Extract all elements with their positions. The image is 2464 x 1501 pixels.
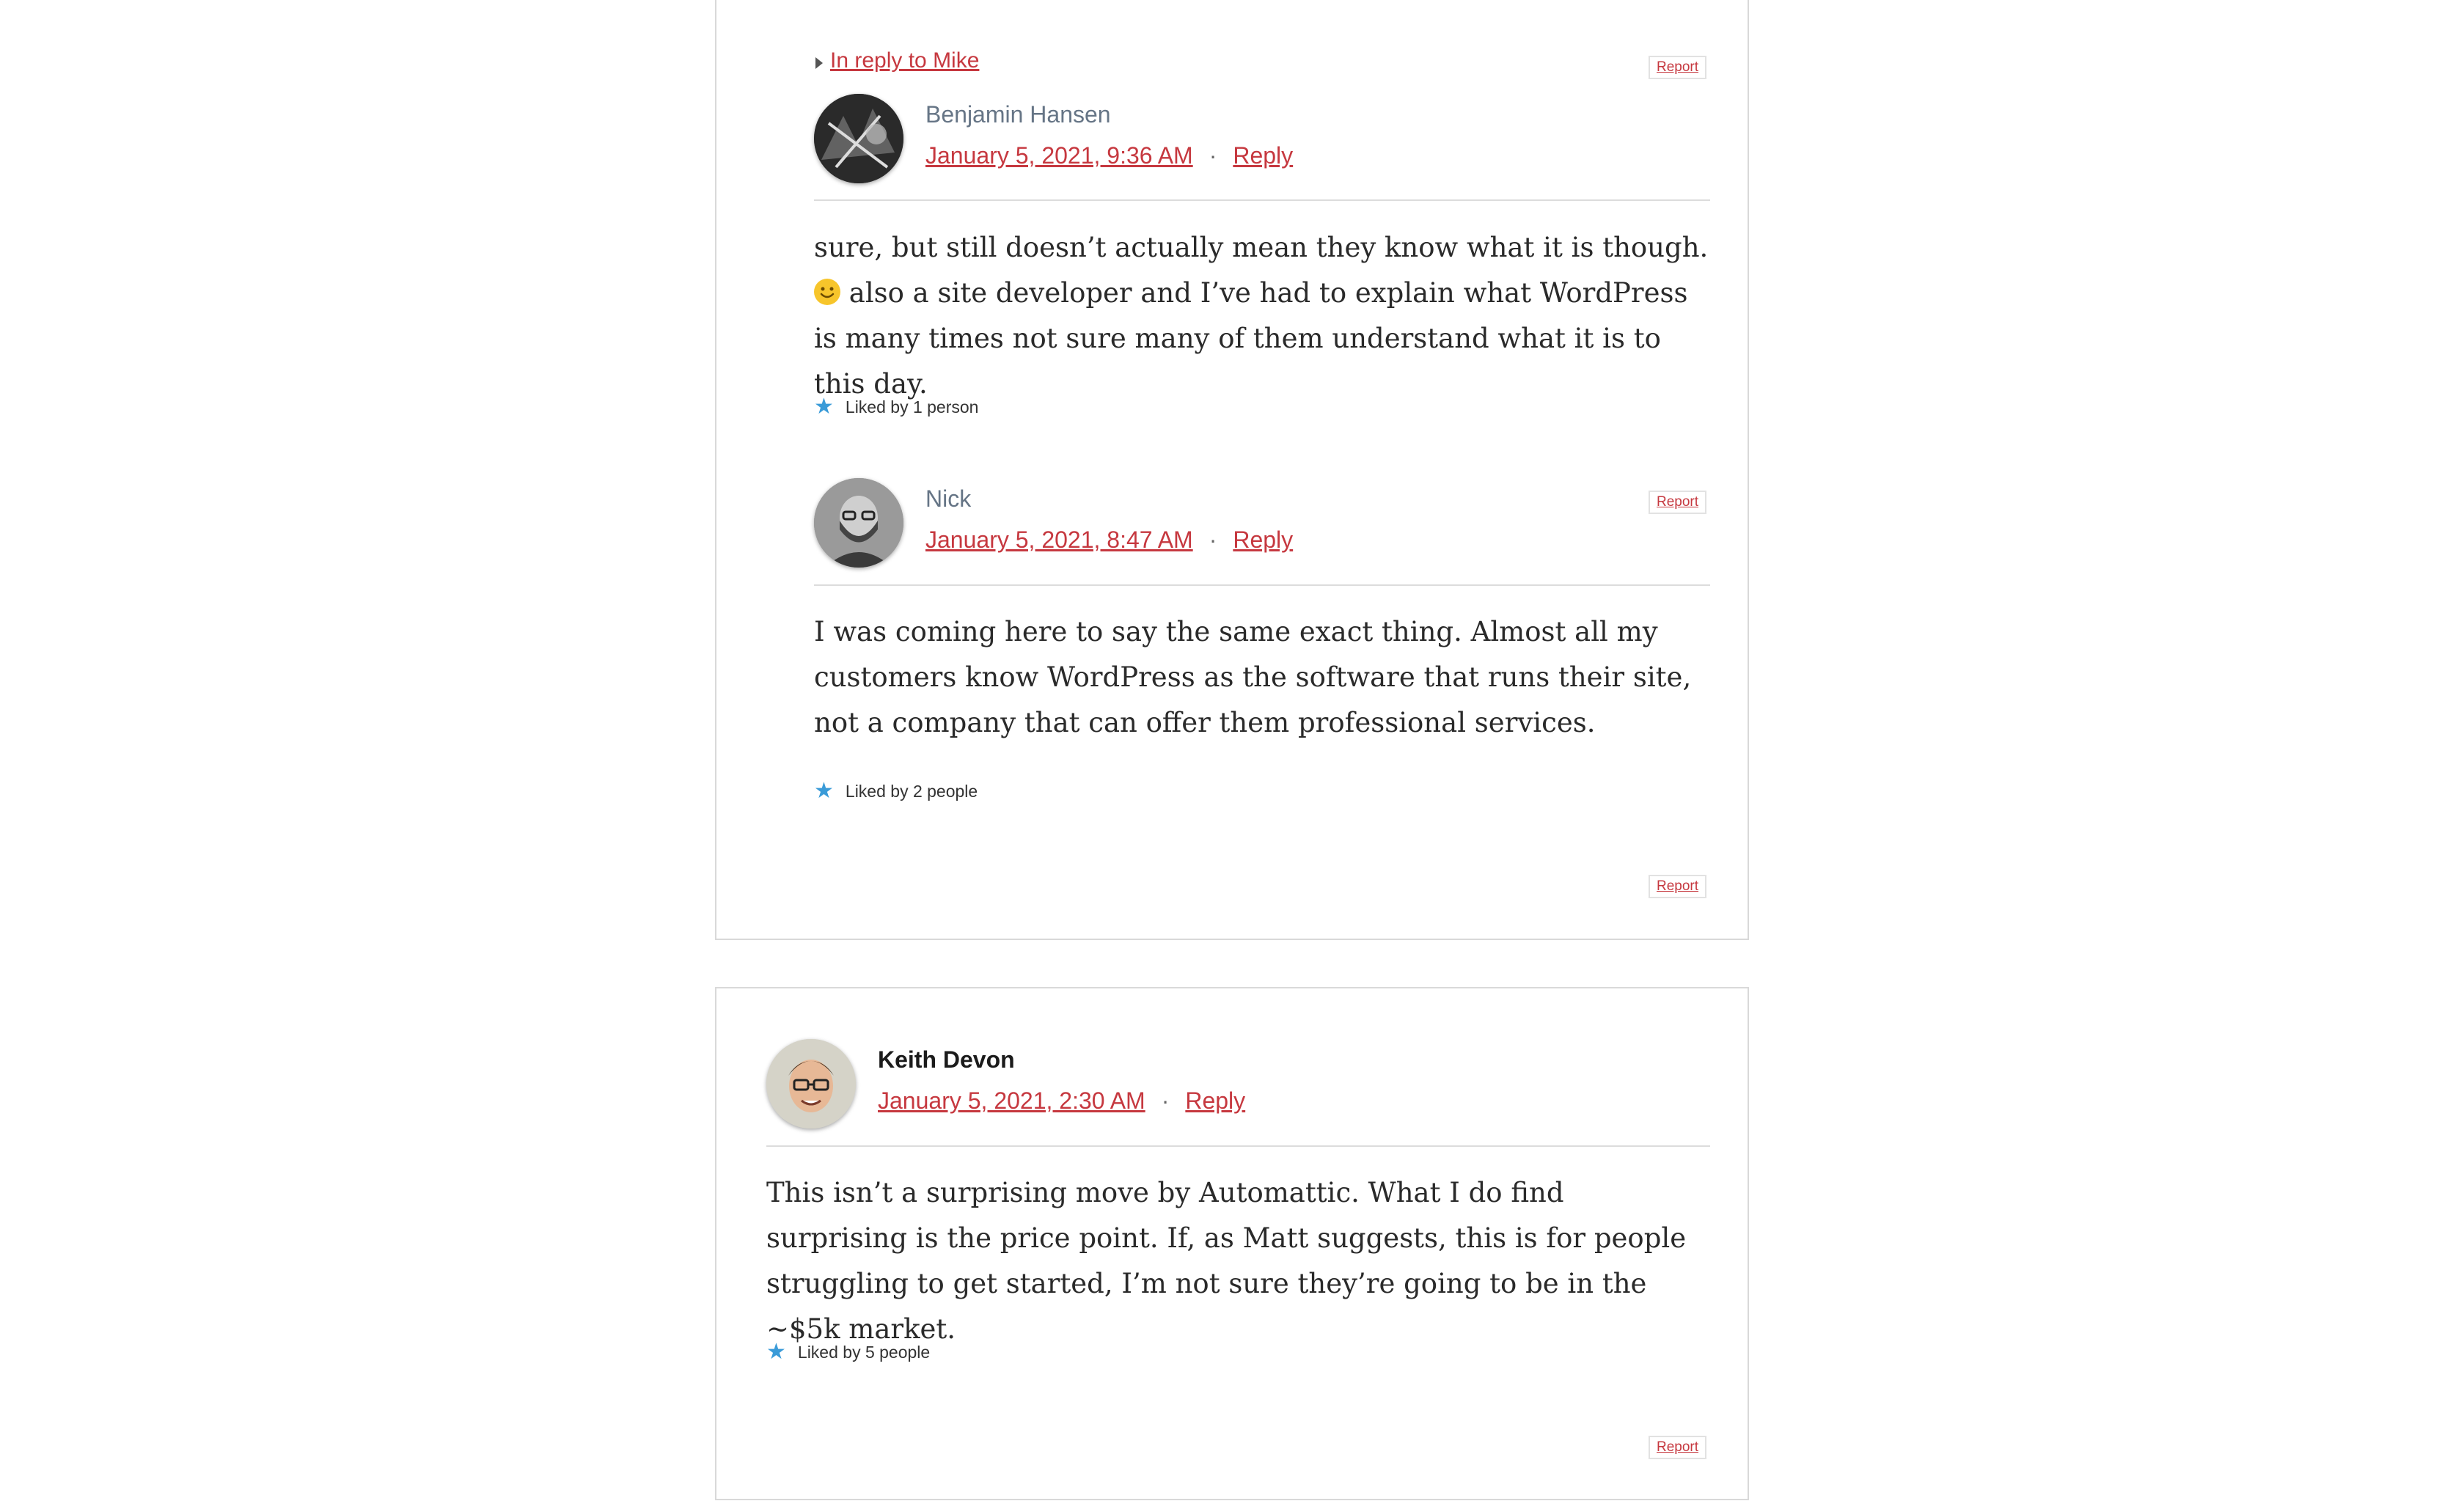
slightly-smiling-face-icon [814, 279, 840, 305]
likes-summary: ★ Liked by 2 people [814, 780, 978, 802]
report-button[interactable]: Report [1649, 875, 1707, 898]
report-button[interactable]: Report [1649, 1436, 1707, 1459]
comment-text-part: also a site developer and I’ve had to ex… [814, 277, 1688, 400]
meta-separator: · [1209, 526, 1217, 553]
likes-label[interactable]: Liked by 1 person [846, 397, 979, 417]
comment-author[interactable]: Nick [925, 485, 971, 513]
likes-summary: ★ Liked by 1 person [814, 396, 978, 418]
comment-text: sure, but still doesn’t actually mean th… [814, 225, 1712, 407]
reply-link[interactable]: Reply [1233, 142, 1293, 169]
likes-summary: ★ Liked by 5 people [766, 1341, 930, 1363]
report-button[interactable]: Report [1649, 491, 1707, 514]
likes-label[interactable]: Liked by 5 people [798, 1343, 930, 1362]
comment-meta: January 5, 2021, 9:36 AM · Reply [925, 142, 1293, 169]
report-button[interactable]: Report [1649, 56, 1707, 79]
caret-right-icon [815, 56, 823, 69]
reply-link[interactable]: Reply [1185, 1087, 1245, 1114]
comment-date-link[interactable]: January 5, 2021, 8:47 AM [925, 526, 1193, 553]
comment-author[interactable]: Benjamin Hansen [925, 101, 1111, 128]
avatar-image [814, 94, 903, 183]
comment-text: I was coming here to say the same exact … [814, 616, 1692, 738]
reply-link[interactable]: Reply [1233, 526, 1293, 553]
comment-author[interactable]: Keith Devon [878, 1046, 1015, 1074]
comment-meta: January 5, 2021, 2:30 AM · Reply [878, 1087, 1245, 1115]
divider [814, 584, 1710, 586]
star-icon: ★ [814, 394, 834, 419]
comment-text: This isn’t a surprising move by Automatt… [766, 1177, 1687, 1345]
likes-label[interactable]: Liked by 2 people [846, 782, 978, 801]
avatar-image [814, 478, 903, 568]
star-icon: ★ [814, 779, 834, 803]
avatar[interactable] [814, 94, 903, 183]
comment-date-link[interactable]: January 5, 2021, 2:30 AM [878, 1087, 1145, 1114]
comment-meta: January 5, 2021, 8:47 AM · Reply [925, 526, 1293, 554]
avatar[interactable] [766, 1039, 856, 1128]
star-icon: ★ [766, 1340, 786, 1364]
divider [766, 1145, 1710, 1147]
meta-separator: · [1209, 142, 1217, 169]
divider [814, 199, 1710, 201]
in-reply-to-link[interactable]: In reply to Mike [830, 48, 979, 73]
avatar[interactable] [814, 478, 903, 568]
in-reply-to-link-wrap: In reply to Mike [815, 48, 979, 73]
avatar-image [766, 1039, 856, 1128]
meta-separator: · [1161, 1087, 1170, 1114]
comment-text-part: sure, but still doesn’t actually mean th… [814, 232, 1709, 263]
comment-date-link[interactable]: January 5, 2021, 9:36 AM [925, 142, 1193, 169]
